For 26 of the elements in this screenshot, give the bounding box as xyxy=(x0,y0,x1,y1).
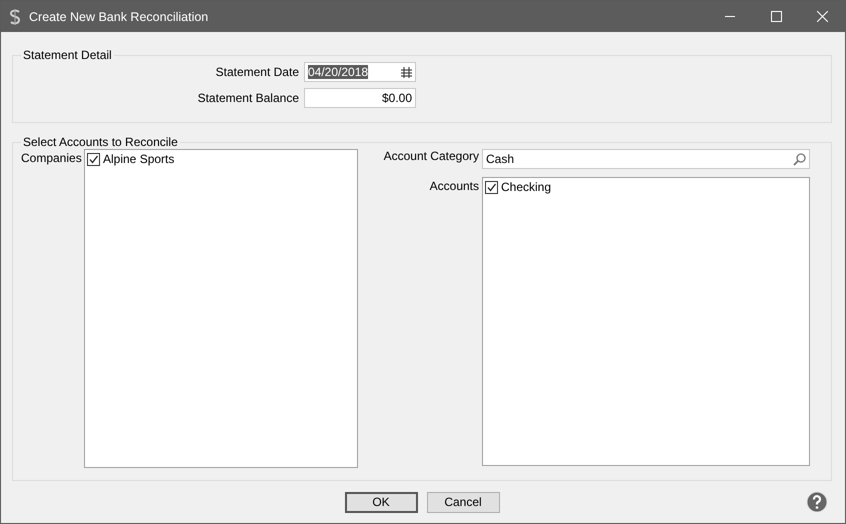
checkbox[interactable] xyxy=(485,180,498,194)
maximize-icon[interactable] xyxy=(770,11,782,22)
group-title: Select Accounts to Reconcile xyxy=(22,135,179,149)
companies-list[interactable]: Alpine Sports xyxy=(84,149,358,468)
category-field[interactable]: Cash xyxy=(482,149,810,169)
list-item-label: Alpine Sports xyxy=(103,152,174,166)
window-title: Create New Bank Reconciliation xyxy=(29,10,210,24)
calendar-icon[interactable] xyxy=(401,66,412,78)
date-field[interactable]: 04/20/2018 xyxy=(304,62,416,82)
cancel-button[interactable]: Cancel xyxy=(426,492,500,512)
minimize-icon[interactable] xyxy=(725,16,735,18)
app-logo-icon xyxy=(9,8,21,24)
accounts-list[interactable]: Checking xyxy=(482,177,810,466)
field-label: Companies xyxy=(21,150,81,165)
close-icon[interactable] xyxy=(816,11,828,22)
help-icon[interactable] xyxy=(806,491,828,513)
field-label: Account Category xyxy=(382,149,479,165)
ok-button[interactable]: OK xyxy=(344,492,418,512)
balance-field[interactable]: $0.00 xyxy=(304,88,416,108)
group-title: Statement Detail xyxy=(22,48,113,62)
field-label: Statement Date xyxy=(214,65,299,79)
list-item-label: Checking xyxy=(501,180,552,194)
checkbox[interactable] xyxy=(87,152,100,166)
search-icon[interactable] xyxy=(793,152,806,166)
field-label: Statement Balance xyxy=(196,91,299,105)
field-label: Accounts xyxy=(428,178,479,193)
